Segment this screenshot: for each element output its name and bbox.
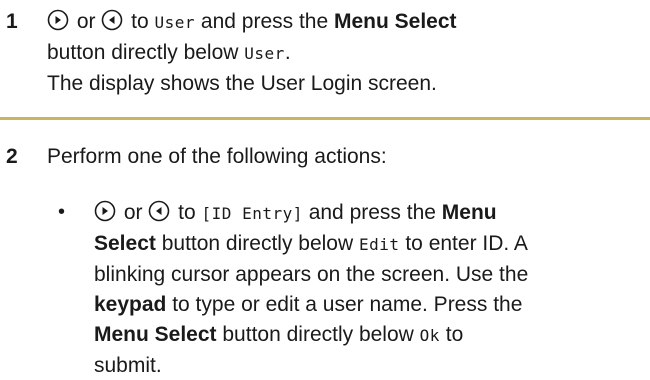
menu-select-label-2: Menu Select (94, 323, 217, 346)
enter-id-text: to enter ID. A (399, 232, 528, 255)
menu-select-label: Menu Select (333, 10, 457, 33)
step-1-line-1: or to User and press the Menu Select (47, 8, 640, 36)
button-below-text: button directly below (47, 41, 245, 64)
bullet-text: or to [ID Entry] and press the Menu Sele… (94, 199, 640, 379)
select-label: Select (94, 232, 156, 255)
step-1-result: The display shows the User Login screen. (47, 72, 437, 95)
bullet-line-6: submit. (94, 354, 162, 377)
step-2-number: 2 (6, 145, 18, 168)
bullet-line-2: Select button directly below Edit to ent… (94, 230, 640, 258)
below-text: button directly below (155, 232, 359, 255)
bullet-line-5: Menu Select button directly below Ok to (94, 321, 640, 349)
lcd-user-2: User (244, 44, 285, 63)
right-arrow-circle-icon (47, 9, 69, 31)
left-arrow-circle-icon (149, 200, 170, 222)
or-text: or (118, 201, 149, 224)
step-2-intro: Perform one of the following actions: (47, 145, 387, 168)
bullet-line-4: keypad to type or edit a user name. Pres… (94, 291, 640, 318)
section-divider (0, 117, 650, 120)
to-text: to (125, 10, 155, 33)
step-1-line-2: button directly below User. (47, 39, 640, 67)
lcd-id-entry: [ID Entry] (201, 204, 303, 223)
to-text-2: to (439, 323, 464, 346)
to-text: to (172, 201, 202, 224)
below-text-2: button directly below (216, 323, 420, 346)
bullet-line-3: blinking cursor appears on the screen. U… (94, 263, 529, 286)
lcd-user: User (154, 13, 196, 32)
bullet-line-1: or to [ID Entry] and press the Menu (94, 199, 640, 227)
lcd-edit: Edit (358, 235, 400, 254)
and-press-text: and press the (195, 10, 334, 33)
lcd-ok: Ok (419, 326, 440, 345)
left-arrow-circle-icon (102, 9, 123, 31)
and-press-text: and press the (302, 201, 442, 224)
step-1-number: 1 (6, 10, 18, 33)
bullet-symbol: • (58, 201, 66, 223)
menu-label: Menu (441, 201, 497, 224)
keypad-rest-text: to type or edit a user name. Press the (166, 293, 523, 316)
right-arrow-circle-icon (94, 200, 116, 222)
or-text: or (71, 10, 102, 33)
keypad-label: keypad (94, 293, 167, 316)
period: . (284, 41, 291, 64)
step-1-text: or to User and press the Menu Select but… (47, 8, 640, 97)
